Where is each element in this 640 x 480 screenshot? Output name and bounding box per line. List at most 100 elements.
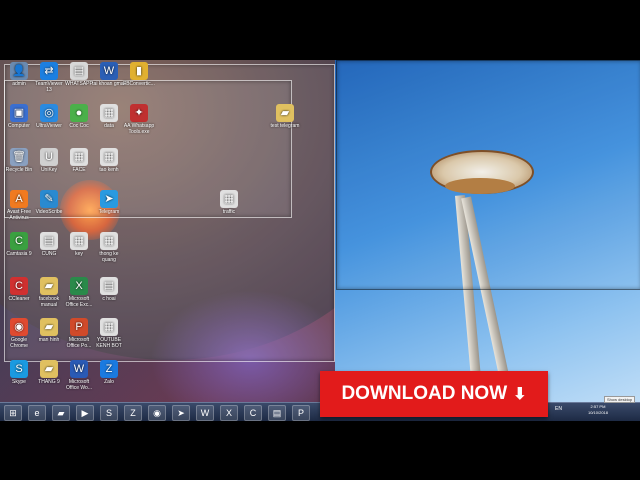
app-icon: ▤ [40, 232, 58, 250]
desktop-icon[interactable]: Z Zalo [92, 360, 126, 385]
desktop-icon[interactable]: ▤ WHATSAPP [62, 62, 96, 87]
desktop-icon[interactable]: X Microsoft Office Exc... [62, 277, 96, 308]
desktop-icon[interactable]: 🗑 Recycle Bin [2, 148, 36, 173]
explorer-icon[interactable]: ▰ [52, 405, 70, 421]
app-icon: ◎ [40, 104, 58, 122]
desktop-icon-label: YOUTUBE KENH BOT [96, 337, 122, 349]
skype-icon[interactable]: S [100, 405, 118, 421]
media-player-icon[interactable]: ▶ [76, 405, 94, 421]
chrome-icon[interactable]: ◉ [148, 405, 166, 421]
powerpoint-icon[interactable]: P [292, 405, 310, 421]
desktop-icon-label: facebook manual [38, 296, 60, 308]
desktop-icon-label: UltraViewer [36, 123, 62, 129]
desktop-icon[interactable]: ▦ traffic [212, 190, 246, 215]
word-icon[interactable]: W [196, 405, 214, 421]
desktop-icon[interactable]: ● Coc Coc [62, 104, 96, 129]
desktop-icon-label: Telegram [98, 209, 120, 215]
app-icon: C [10, 232, 28, 250]
app-icon: 🗑 [10, 148, 28, 166]
desktop-icon-label: Zalo [104, 379, 114, 385]
desktop-icon-label: VideoScribe [35, 209, 63, 215]
desktop-icon-label: tai khoan gmail [92, 81, 126, 87]
desktop-icon-label: Microsoft Office Exc... [65, 296, 93, 308]
desktop-icon-label: key [75, 251, 83, 257]
language-indicator[interactable]: EN [555, 406, 562, 412]
clock[interactable]: EN 2:57 PM 10/10/2018 [555, 404, 608, 416]
desktop-icon[interactable]: Wtai khoan gmail [92, 62, 126, 87]
desktop-icon[interactable]: ▰ man hinh [32, 318, 66, 343]
desktop-icon[interactable]: ➤ Telegram [92, 190, 126, 215]
desktop-icon[interactable]: ▦ thong ke quang [92, 232, 126, 263]
desktop-icon[interactable]: ◉ Google Chrome [2, 318, 36, 349]
desktop-icon-label: thong ke quang [99, 251, 119, 263]
desktop-icon[interactable]: S Skype [2, 360, 36, 385]
start-button[interactable]: ⊞ [4, 405, 22, 421]
app-icon: A [10, 190, 28, 208]
desktop-icon[interactable]: C CCleaner [2, 277, 36, 302]
desktop-icon[interactable]: ✦ AA Whatsapp Tools.exe [122, 104, 156, 135]
desktop-icon[interactable]: ▦ key [62, 232, 96, 257]
excel-icon[interactable]: X [220, 405, 238, 421]
desktop-icon[interactable]: ◎ UltraViewer [32, 104, 66, 129]
desktop: 👤 admin ⇄ TeamViewer 13 ▤ WHATSAPP Wtai khoan … [0, 60, 640, 420]
app-icon: C [10, 277, 28, 295]
app-icon: W [100, 62, 118, 80]
desktop-icon-label: traffic [222, 209, 236, 215]
desktop-icon[interactable]: 👤 admin [2, 62, 36, 87]
desktop-icon-label: CUNG [41, 251, 57, 257]
desktop-icon[interactable]: ▮ FBConvertic... [122, 62, 156, 87]
desktop-icon-label: man hinh [38, 337, 60, 343]
app-icon: ▦ [220, 190, 238, 208]
desktop-icon[interactable]: ⇄ TeamViewer 13 [32, 62, 66, 93]
app-icon: ✦ [130, 104, 148, 122]
desktop-icon-label: Recycle Bin [5, 167, 33, 173]
app-icon: ➤ [100, 190, 118, 208]
desktop-icon-label: Microsoft Office Po... [66, 337, 92, 349]
download-now-button[interactable]: DOWNLOAD NOW ⬇ [320, 371, 548, 417]
app-icon: ▰ [40, 318, 58, 336]
desktop-icon-label: WHATSAPP [65, 81, 93, 87]
desktop-icon[interactable]: ▦ FACE [62, 148, 96, 173]
desktop-icon[interactable]: U UniKey [32, 148, 66, 173]
desktop-icon[interactable]: ▤ c hoai [92, 277, 126, 302]
telegram-icon[interactable]: ➤ [172, 405, 190, 421]
app-icon: ▰ [276, 104, 294, 122]
app-icon: U [40, 148, 58, 166]
desktop-icon-label: Avast Free Antivirus [6, 209, 32, 221]
app-icon: ◉ [10, 318, 28, 336]
desktop-icon[interactable]: ▦ tao kenh [92, 148, 126, 173]
desktop-icon[interactable]: ▦ YOUTUBE KENH BOT [92, 318, 126, 349]
desktop-icon[interactable]: ▰ test telegram [268, 104, 302, 129]
desktop-icon-label: TeamViewer 13 [35, 81, 63, 93]
camtasia-icon[interactable]: C [244, 405, 262, 421]
desktop-icon-label: AA Whatsapp Tools.exe [123, 123, 155, 135]
app-icon: ▤ [70, 62, 88, 80]
desktop-icon-label: FBConvertic... [123, 81, 155, 87]
desktop-icon-label: CCleaner [8, 296, 30, 302]
app-icon: Z [100, 360, 118, 378]
desktop-icon[interactable]: ▦ data [92, 104, 126, 129]
desktop-icon[interactable]: C Camtasia 9 [2, 232, 36, 257]
download-arrow-icon: ⬇ [513, 386, 527, 403]
desktop-icon[interactable]: ▣ Computer [2, 104, 36, 129]
file-icon[interactable]: ▤ [268, 405, 286, 421]
desktop-icon[interactable]: ▰ THANG 9 [32, 360, 66, 385]
app-icon: ✎ [40, 190, 58, 208]
ie-icon[interactable]: e [28, 405, 46, 421]
desktop-icon[interactable]: W Microsoft Office Wo... [62, 360, 96, 391]
desktop-icon[interactable]: ▰ facebook manual [32, 277, 66, 308]
app-icon: ▦ [70, 148, 88, 166]
download-label: DOWNLOAD NOW [341, 383, 508, 404]
desktop-icon[interactable]: ✎ VideoScribe [32, 190, 66, 215]
zalo-icon[interactable]: Z [124, 405, 142, 421]
clock-date: 10/10/2018 [587, 410, 608, 415]
desktop-icon-label: tao kenh [99, 167, 119, 173]
desktop-icon-label: Computer [8, 123, 30, 129]
app-icon: ▦ [100, 148, 118, 166]
app-icon: ▣ [10, 104, 28, 122]
desktop-icon-label: Coc Coc [69, 123, 89, 129]
app-icon: S [10, 360, 28, 378]
desktop-icon[interactable]: P Microsoft Office Po... [62, 318, 96, 349]
desktop-icon[interactable]: A Avast Free Antivirus [2, 190, 36, 221]
desktop-icon[interactable]: ▤ CUNG [32, 232, 66, 257]
